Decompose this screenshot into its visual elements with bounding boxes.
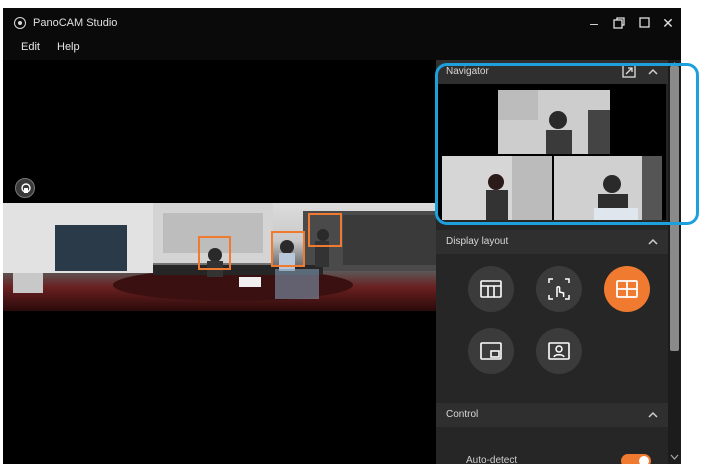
picture-in-picture-icon [480, 342, 502, 360]
grid-layout-icon [616, 280, 638, 298]
close-icon[interactable]: ✕ [657, 12, 679, 34]
navigator-callout-highlight [435, 63, 699, 225]
face-detection-box [271, 231, 305, 267]
auto-detect-label: Auto-detect [466, 455, 518, 464]
panorama-video-view[interactable] [3, 60, 436, 464]
title-bar: PanoCAM Studio – ✕ [3, 8, 681, 38]
panorama-image [3, 203, 436, 311]
display-layout-header[interactable]: Display layout [436, 230, 668, 254]
restore-icon[interactable] [608, 12, 630, 34]
maximize-icon[interactable] [633, 12, 655, 34]
manual-select-layout-button[interactable] [536, 266, 582, 312]
window-title: PanoCAM Studio [33, 17, 118, 29]
grid-layout-button[interactable] [604, 266, 650, 312]
menu-help[interactable]: Help [57, 41, 80, 53]
three-column-layout-icon [480, 280, 502, 298]
view-lock-icon[interactable] [15, 178, 35, 198]
scroll-down-icon[interactable] [670, 454, 679, 460]
picture-in-picture-button[interactable] [468, 328, 514, 374]
display-layout-title: Display layout [446, 236, 509, 247]
chevron-up-icon[interactable] [646, 408, 660, 422]
face-detection-box [198, 236, 231, 270]
face-detection-box [308, 213, 342, 247]
menu-edit[interactable]: Edit [21, 41, 40, 53]
manual-select-layout-icon [548, 278, 570, 300]
chevron-up-icon[interactable] [646, 235, 660, 249]
minimize-icon[interactable]: – [583, 12, 605, 34]
control-header[interactable]: Control [436, 403, 668, 427]
control-title: Control [446, 409, 479, 420]
speaker-layout-button[interactable] [536, 328, 582, 374]
three-column-layout-button[interactable] [468, 266, 514, 312]
menu-bar: Edit Help [3, 38, 681, 60]
auto-detect-toggle[interactable] [621, 454, 651, 464]
app-logo-icon [15, 18, 25, 28]
speaker-layout-icon [548, 342, 570, 360]
